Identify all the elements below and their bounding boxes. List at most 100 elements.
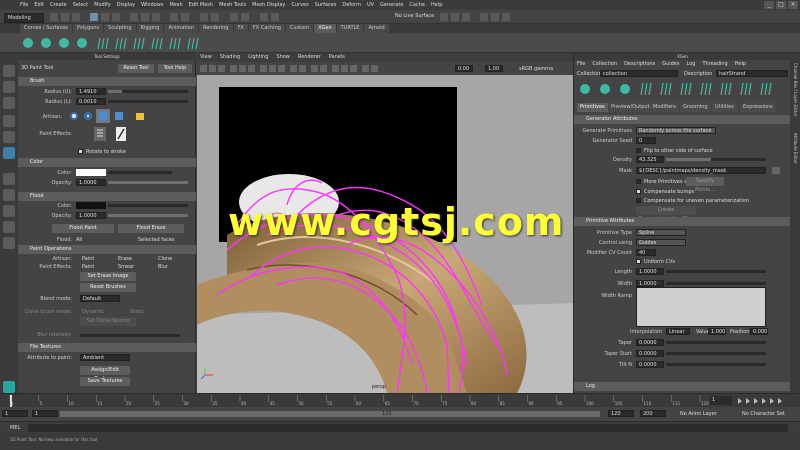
- live-surface-label[interactable]: No Live Surface: [395, 13, 434, 19]
- move-tool-icon[interactable]: [3, 115, 15, 127]
- flood-section-header[interactable]: Flood: [18, 192, 196, 201]
- xgen-menu-collection[interactable]: Collection: [592, 61, 617, 67]
- time-slider[interactable]: 1 5 10 15 20 25 30 35 40 45 50 55 60 65 70 75 80 85 90 95 10…: [0, 393, 800, 407]
- vp-menu-shading[interactable]: Shading: [220, 53, 240, 62]
- menu-cache[interactable]: Cache: [409, 2, 425, 8]
- character-set-label[interactable]: No Character Set: [742, 411, 785, 417]
- shelf-tab-animation[interactable]: Animation: [164, 24, 198, 33]
- vp-menu-show[interactable]: Show: [276, 53, 290, 62]
- reset-tool-button[interactable]: Reset Tool: [118, 64, 154, 73]
- menu-uv[interactable]: UV: [367, 2, 374, 8]
- range-start-field[interactable]: 1: [32, 410, 58, 417]
- menu-curves[interactable]: Curves: [291, 2, 308, 8]
- compensate-uneven-checkbox[interactable]: [636, 198, 641, 203]
- blur-intensity-slider[interactable]: [80, 334, 180, 337]
- shelf-tab-xgen[interactable]: XGen: [314, 24, 336, 33]
- exposure-field[interactable]: 0.00: [455, 65, 473, 72]
- ramp-value-field[interactable]: 1.000: [708, 328, 726, 335]
- rotate-stroke-checkbox[interactable]: [78, 149, 83, 154]
- menu-edit[interactable]: Edit: [34, 2, 44, 8]
- lasso-tool-icon[interactable]: [3, 81, 15, 93]
- set-erase-image-button[interactable]: Set Erase Image: [80, 272, 136, 281]
- width-field[interactable]: 1.0000: [636, 280, 664, 287]
- modifier-cv-field[interactable]: 40: [636, 249, 656, 256]
- menu-windows[interactable]: Windows: [141, 2, 163, 8]
- vp-menu-renderer[interactable]: Renderer: [298, 53, 321, 62]
- set-clone-source-button[interactable]: Set Clone Source: [80, 317, 136, 326]
- menu-generate[interactable]: Generate: [380, 2, 403, 8]
- minimize-icon[interactable]: _: [764, 1, 774, 9]
- channel-box-tab[interactable]: Channel Box / Layer Editor: [792, 63, 798, 123]
- layout-single-icon[interactable]: [3, 173, 15, 185]
- xgen-tab-primitives[interactable]: Primitives: [577, 103, 608, 112]
- primitive-section-header[interactable]: Primitive Attributes: [574, 217, 791, 226]
- select-tool-icon[interactable]: [3, 65, 15, 77]
- taper-field[interactable]: 0.0000: [636, 339, 664, 346]
- more-primitives-checkbox[interactable]: [636, 179, 641, 184]
- xgen-menu-log[interactable]: Log: [687, 61, 696, 67]
- vp-menu-view[interactable]: View: [200, 53, 212, 62]
- file-textures-section-header[interactable]: File Textures: [18, 343, 196, 352]
- radius-u-field[interactable]: 1.4910: [76, 88, 106, 95]
- taper-start-slider[interactable]: [666, 352, 766, 355]
- width-ramp-graph[interactable]: [636, 287, 766, 327]
- uniform-cvs-checkbox[interactable]: [636, 259, 641, 264]
- paint-select-icon[interactable]: [3, 97, 15, 109]
- range-end-field[interactable]: 120: [608, 410, 634, 417]
- flood-color-swatch[interactable]: [76, 202, 106, 209]
- flood-paint-button[interactable]: Flood Paint: [52, 224, 114, 233]
- width-slider[interactable]: [666, 282, 766, 285]
- layout-split-icon[interactable]: [3, 205, 15, 217]
- length-slider[interactable]: [666, 270, 766, 273]
- menu-deform[interactable]: Deform: [342, 2, 361, 8]
- op-pe-smear[interactable]: Smear: [118, 264, 134, 270]
- xgen-tab-grooming[interactable]: Grooming: [680, 103, 711, 112]
- layout-four-icon[interactable]: [3, 189, 15, 201]
- brush-profile-icons[interactable]: [66, 108, 166, 124]
- radius-l-slider[interactable]: [108, 100, 188, 103]
- command-input[interactable]: [28, 424, 788, 432]
- xgen-menu-file[interactable]: File: [577, 61, 585, 67]
- tilt-field[interactable]: 0.0000: [636, 361, 664, 368]
- shelf-xgen-icons[interactable]: [20, 35, 280, 51]
- ramp-position-field[interactable]: 0.000: [750, 328, 768, 335]
- color-slider[interactable]: [108, 171, 172, 174]
- anim-layer-label[interactable]: No Anim Layer: [680, 411, 717, 417]
- primitive-type-dropdown[interactable]: Spline: [636, 229, 686, 236]
- mask-field[interactable]: ${DESC}/paintmaps/density_mask: [636, 167, 766, 174]
- blend-mode-dropdown[interactable]: Default: [80, 295, 120, 302]
- maximize-icon[interactable]: □: [776, 1, 786, 9]
- vp-menu-panels[interactable]: Panels: [329, 53, 345, 62]
- paint-tool-icon[interactable]: [3, 147, 15, 159]
- density-field[interactable]: 43.325: [636, 156, 664, 163]
- op-pe-paint[interactable]: Paint: [82, 264, 94, 270]
- color-management-label[interactable]: sRGB gamma: [519, 66, 553, 72]
- xgen-menu-guides[interactable]: Guides: [662, 61, 679, 67]
- specify-points-button[interactable]: Specify Points...: [686, 177, 724, 193]
- xgen-toolbar-icons[interactable]: [577, 80, 787, 100]
- op-artisan-paint[interactable]: Paint: [82, 256, 94, 262]
- tilt-slider[interactable]: [666, 363, 766, 366]
- op-artisan-erase[interactable]: Erase: [118, 256, 132, 262]
- gamma-field[interactable]: 1.00: [485, 65, 503, 72]
- generator-seed-field[interactable]: 0: [636, 137, 656, 144]
- xgen-tab-preview[interactable]: Preview/Output: [608, 103, 653, 112]
- shelf-tab-fx-caching[interactable]: FX Caching: [248, 24, 285, 33]
- attribute-editor-tab[interactable]: Attribute Editor: [792, 133, 798, 183]
- flood-color-slider[interactable]: [108, 204, 188, 207]
- shelf-tab-arnold[interactable]: Arnold: [364, 24, 389, 33]
- xgen-menu-descriptions[interactable]: Descriptions: [624, 61, 655, 67]
- generate-primitives-dropdown[interactable]: Randomly across the surface: [636, 127, 716, 134]
- shelf-tab-sculpting[interactable]: Sculpting: [104, 24, 136, 33]
- log-section-header[interactable]: Log: [574, 382, 791, 391]
- create-param-map-button[interactable]: Create Parameterization Map: [636, 206, 696, 222]
- assign-edit-textures-button[interactable]: Assign/Edit Textures: [80, 366, 130, 382]
- rotate-tool-icon[interactable]: [3, 131, 15, 143]
- taper-slider[interactable]: [666, 341, 766, 344]
- brush-section-header[interactable]: Brush: [18, 77, 196, 86]
- xgen-tab-modifiers[interactable]: Modifiers: [650, 103, 679, 112]
- menu-help[interactable]: Help: [431, 2, 442, 8]
- collection-dropdown[interactable]: collection: [600, 70, 678, 77]
- generator-section-header[interactable]: Generator Attributes: [574, 115, 791, 124]
- shelf-tab-turtle[interactable]: TURTLE: [336, 24, 364, 33]
